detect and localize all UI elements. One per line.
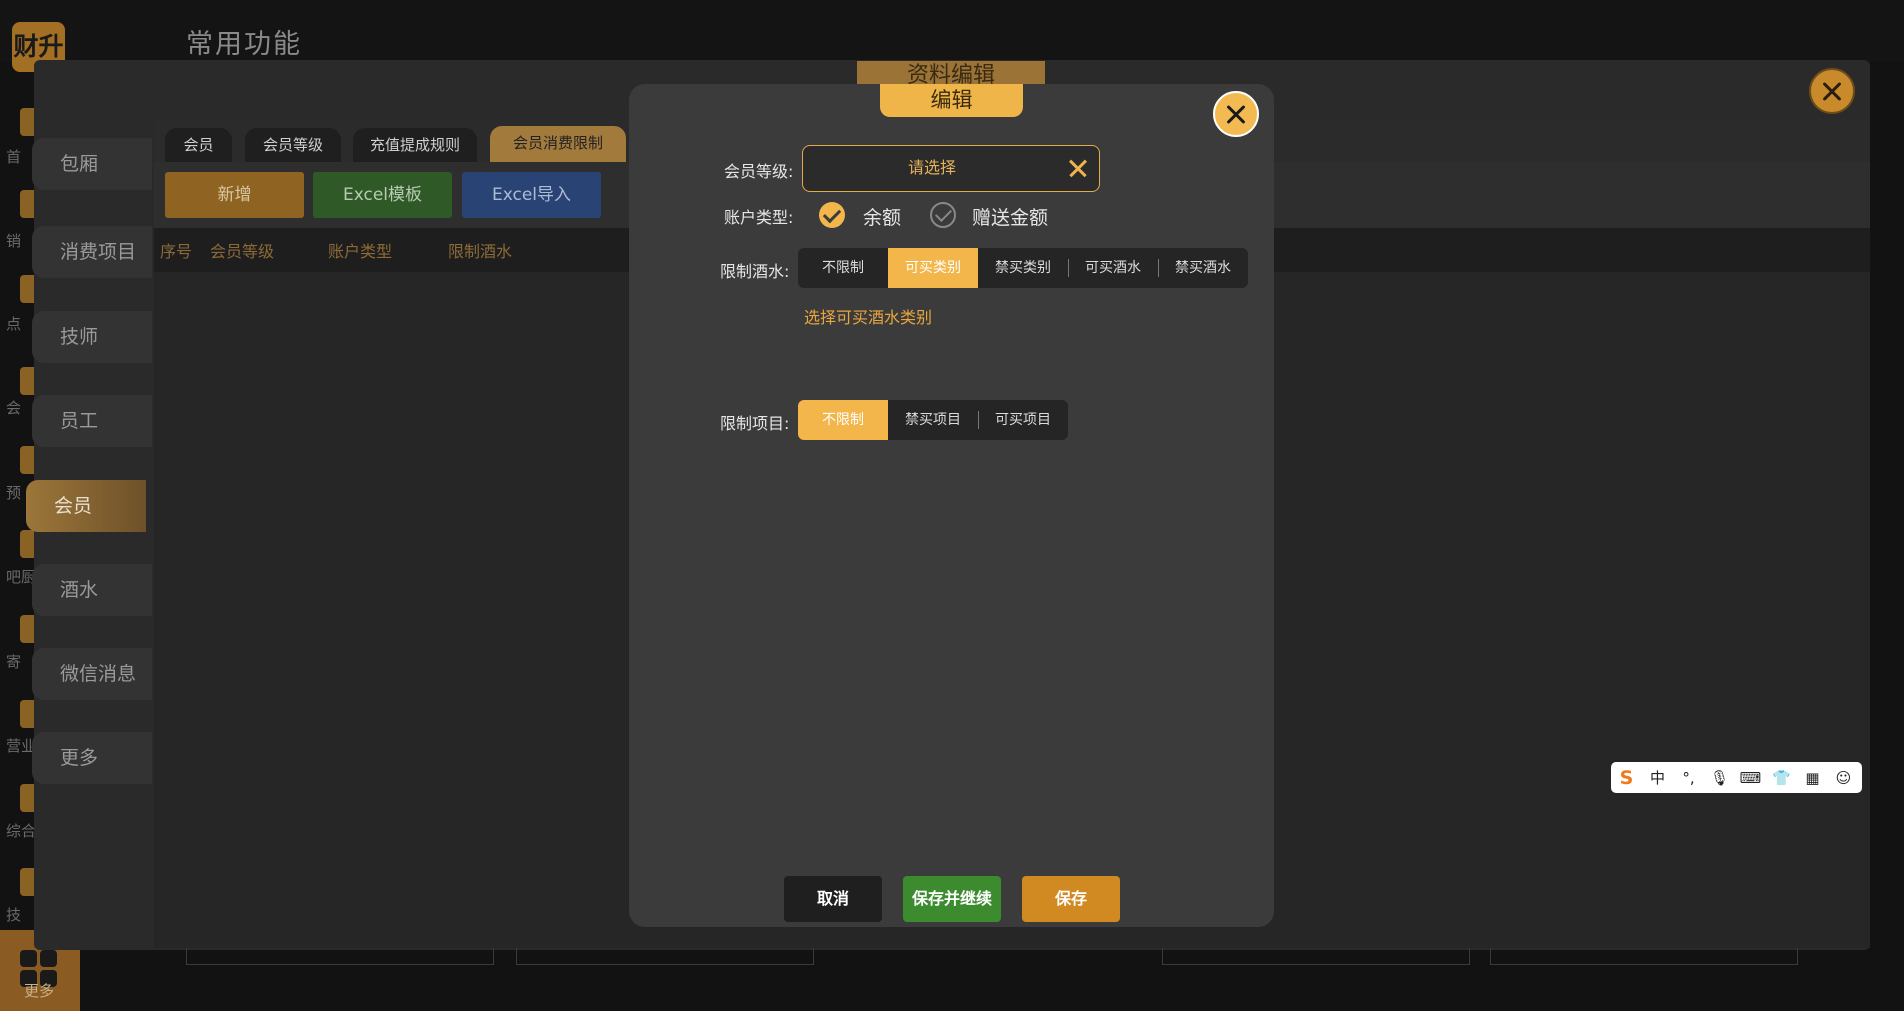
clear-icon[interactable] [1066, 156, 1090, 180]
ime-toolbar: S 中 °, 🎙 ⌨ 👕 ▦ ☺ [1611, 762, 1862, 793]
add-button[interactable]: 新增 [165, 172, 304, 218]
more-label: 更多 [24, 982, 55, 1000]
account-type-label: 账户类型: [724, 208, 794, 227]
limit-drinks-banned-drinks[interactable]: 禁买酒水 [1158, 248, 1248, 288]
limit-drinks-segmented: 不限制 可买类别 禁买类别 可买酒水 禁买酒水 [798, 248, 1248, 288]
limit-items-allowed[interactable]: 可买项目 [978, 400, 1068, 440]
limit-drinks-label: 限制酒水: [720, 262, 790, 281]
tab-member-consumption-limit[interactable]: 会员消费限制 [490, 126, 626, 162]
microphone-icon[interactable]: 🎙 [1704, 769, 1735, 787]
column-header: 限制酒水 [448, 242, 513, 261]
edit-close-button[interactable] [1213, 91, 1259, 137]
checkbox-gift-amount[interactable] [930, 202, 956, 228]
keyboard-icon[interactable]: ⌨ [1735, 769, 1766, 787]
nav-item-drinks[interactable]: 酒水 [32, 564, 152, 616]
column-header: 会员等级 [210, 242, 275, 261]
emoji-icon[interactable]: ☺ [1828, 769, 1859, 787]
excel-import-button[interactable]: Excel导入 [462, 172, 601, 218]
checkbox-gift-amount-label[interactable]: 赠送金额 [972, 203, 1048, 230]
punctuation-icon[interactable]: °, [1673, 769, 1704, 787]
tab-member-level[interactable]: 会员等级 [245, 128, 341, 162]
nav-item-staff[interactable]: 员工 [32, 395, 152, 447]
nav-item-rooms[interactable]: 包厢 [32, 138, 152, 190]
grid-icon[interactable]: ▦ [1797, 769, 1828, 787]
limit-items-banned[interactable]: 禁买项目 [888, 400, 978, 440]
tab-recharge-commission[interactable]: 充值提成规则 [353, 128, 477, 162]
background-card [1162, 948, 1470, 965]
rail-label[interactable]: 技 [6, 904, 36, 925]
edit-modal-title: 编辑 [880, 84, 1023, 117]
skin-icon[interactable]: 👕 [1766, 769, 1797, 787]
tab-member[interactable]: 会员 [165, 128, 232, 162]
rail-label[interactable]: 综合 [6, 820, 36, 841]
main-close-button[interactable] [1809, 68, 1855, 114]
nav-item-more[interactable]: 更多 [32, 732, 152, 784]
member-level-label: 会员等级: [724, 162, 794, 181]
checkbox-balance-label[interactable]: 余额 [863, 203, 901, 230]
limit-items-label: 限制项目: [720, 414, 790, 433]
excel-template-button[interactable]: Excel模板 [313, 172, 452, 218]
nav-item-member[interactable]: 会员 [26, 480, 146, 532]
save-button[interactable]: 保存 [1022, 876, 1120, 922]
ime-mode-toggle[interactable]: 中 [1642, 767, 1673, 788]
nav-item-consumption[interactable]: 消费项目 [32, 226, 152, 278]
background-card [516, 948, 814, 965]
background-card [186, 948, 494, 965]
checkbox-balance[interactable] [819, 202, 845, 228]
nav-item-technician[interactable]: 技师 [32, 311, 152, 363]
limit-drinks-banned-category[interactable]: 禁买类别 [978, 248, 1068, 288]
limit-drinks-allowed-category[interactable]: 可买类别 [888, 248, 978, 288]
save-and-continue-button[interactable]: 保存并继续 [903, 876, 1001, 922]
background-title: 常用功能 [186, 29, 302, 60]
limit-items-none[interactable]: 不限制 [798, 400, 888, 440]
background-card [1490, 948, 1798, 965]
limit-drinks-none[interactable]: 不限制 [798, 248, 888, 288]
limit-items-segmented: 不限制 禁买项目 可买项目 [798, 400, 1068, 440]
column-header: 序号 [160, 242, 193, 261]
select-category-link[interactable]: 选择可买酒水类别 [804, 304, 932, 328]
member-level-placeholder: 请选择 [907, 158, 956, 177]
limit-drinks-allowed-drinks[interactable]: 可买酒水 [1068, 248, 1158, 288]
cancel-button[interactable]: 取消 [784, 876, 882, 922]
nav-item-wechat[interactable]: 微信消息 [32, 648, 152, 700]
column-header: 账户类型 [328, 242, 393, 261]
ime-logo-icon[interactable]: S [1611, 767, 1642, 789]
